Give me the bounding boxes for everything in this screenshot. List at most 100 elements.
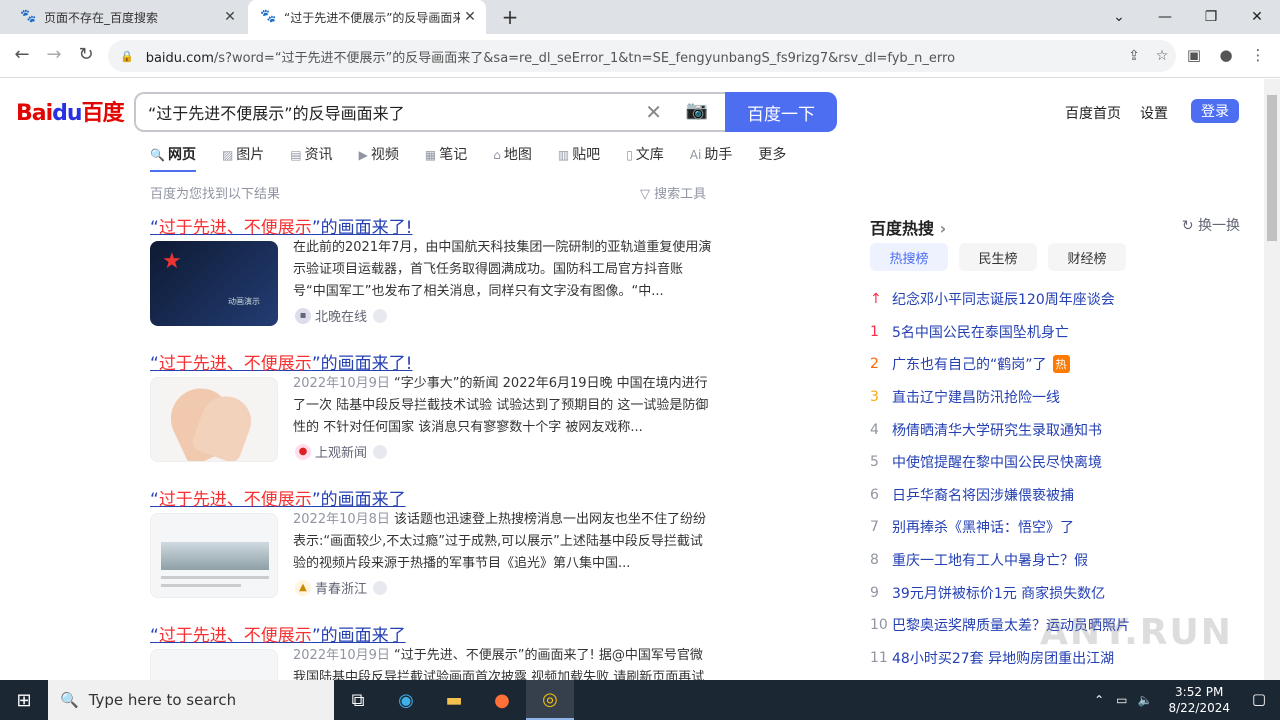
source-info-icon bbox=[373, 444, 388, 459]
login-button[interactable]: 登录 bbox=[1191, 99, 1239, 123]
new-tab-button[interactable]: + bbox=[498, 5, 522, 29]
board-livelihood[interactable]: 民生榜 bbox=[959, 243, 1037, 271]
result-title-link[interactable]: “过于先进、不便展示”的画面来了! bbox=[150, 213, 710, 238]
close-tab-icon[interactable]: ✕ bbox=[460, 9, 480, 25]
result-thumbnail[interactable] bbox=[150, 377, 278, 462]
board-finance[interactable]: 财经榜 bbox=[1048, 243, 1126, 271]
ai-icon: Ai bbox=[689, 148, 702, 162]
hot-item[interactable]: 8 重庆一工地有工人中暑身亡？假 bbox=[870, 544, 1130, 577]
network-icon[interactable]: ▭ bbox=[1116, 693, 1127, 707]
source-logo-icon: ▲ bbox=[295, 579, 311, 596]
settings-link[interactable]: 设置 bbox=[1140, 103, 1168, 123]
baidu-paw-icon: 🐾 bbox=[260, 9, 277, 24]
hot-item[interactable]: 7 别再捧杀《黑神话：悟空》了 bbox=[870, 511, 1130, 544]
browser-tab-1[interactable]: 🐾 页面不存在_百度搜索 ✕ bbox=[8, 0, 246, 34]
result-title-link[interactable]: “过于先进、不便展示”的画面来了! bbox=[150, 349, 710, 374]
bookmark-star-icon[interactable]: ☆ bbox=[1148, 48, 1176, 64]
tab-images[interactable]: ▨ 图片 bbox=[222, 144, 264, 164]
result-source[interactable]: ● 上观新闻 bbox=[295, 442, 388, 461]
search-query: “过于先进不便展示”的反导画面来了 bbox=[148, 104, 405, 123]
hot-board-tabs: 热搜榜 民生榜 财经榜 bbox=[870, 243, 1137, 271]
chevron-up-icon[interactable]: ⌃ bbox=[1094, 693, 1104, 707]
result-title-link[interactable]: “过于先进、不便展示”的画面来了 bbox=[150, 621, 710, 646]
search-result: “过于先进、不便展示”的画面来了! 2022年10月9日 “字少事大”的新闻 2… bbox=[150, 349, 710, 462]
tab-news[interactable]: ▤ 资讯 bbox=[290, 144, 332, 164]
file-explorer-icon[interactable]: ▬ bbox=[430, 680, 478, 720]
task-view-icon[interactable]: ⧉ bbox=[334, 680, 382, 720]
image-icon: ▨ bbox=[221, 148, 234, 162]
refresh-button[interactable]: ↻ 换一换 bbox=[1182, 215, 1240, 235]
search-tabs: 🔍 网页 ▨ 图片 ▤ 资讯 ▶ 视频 ▦ 笔记 ⌂ 地图 ▥ 贴吧 ▯ 文库 Ai 助手 更多 bbox=[150, 144, 812, 172]
browser-tab-2[interactable]: 🐾 “过于先进不便展示”的反导画面来了 ✕ bbox=[248, 0, 486, 34]
profile-avatar-icon[interactable]: ● bbox=[1214, 46, 1238, 64]
news-icon: ▤ bbox=[290, 148, 302, 162]
close-tab-icon[interactable]: ✕ bbox=[220, 9, 240, 25]
taskbar-search-box[interactable]: 🔍 Type here to search bbox=[48, 680, 334, 720]
windows-start-icon[interactable]: ⊞ bbox=[0, 680, 48, 720]
close-window-button[interactable]: ✕ bbox=[1234, 0, 1280, 34]
hot-item[interactable]: 9 39元月饼被标价1元 商家损失数亿 bbox=[870, 576, 1130, 609]
browser-toolbar: ← → ↻ 🔒 baidu.com/s?word=“过于先进不便展示”的反导画面… bbox=[0, 34, 1280, 78]
hot-item[interactable]: 2 广东也有自己的“鹤岗”了热 bbox=[870, 348, 1130, 381]
side-panel-icon[interactable]: ▣ bbox=[1182, 46, 1206, 64]
map-icon: ⌂ bbox=[493, 148, 501, 162]
clock[interactable]: 3:52 PM 8/22/2024 bbox=[1168, 684, 1230, 716]
result-thumbnail[interactable] bbox=[150, 513, 278, 598]
hot-item[interactable]: 6 日乒华裔名将因涉嫌偎亵被捕 bbox=[870, 479, 1130, 512]
home-link[interactable]: 百度首页 bbox=[1065, 103, 1121, 123]
result-title-link[interactable]: “过于先进、不便展示”的画面来了 bbox=[150, 485, 710, 510]
result-thumbnail[interactable]: ★ 动画演示 bbox=[150, 241, 278, 326]
source-logo-icon: ▪ bbox=[295, 307, 311, 324]
system-tray: ⌃ ▭ 🔈 3:52 PM 8/22/2024 bbox=[1094, 680, 1230, 720]
hot-item[interactable]: 5 中使馆提醒在黎中国公民尽快离境 bbox=[870, 446, 1130, 479]
result-abstract: 2022年10月9日 “字少事大”的新闻 2022年6月19日晚 中国在境内进行… bbox=[293, 376, 709, 435]
restore-button[interactable]: ❐ bbox=[1188, 0, 1234, 34]
menu-kebab-icon[interactable]: ⋮ bbox=[1246, 46, 1270, 64]
address-bar[interactable]: 🔒 baidu.com/s?word=“过于先进不便展示”的反导画面来了&sa=… bbox=[108, 40, 1176, 72]
baidu-logo[interactable]: Baidu百度 bbox=[16, 95, 125, 127]
share-icon[interactable]: ⇪ bbox=[1120, 48, 1148, 64]
tab-more[interactable]: 更多 bbox=[758, 144, 786, 164]
firefox-icon[interactable]: ● bbox=[478, 680, 526, 720]
tab-notes[interactable]: ▦ 笔记 bbox=[425, 144, 467, 164]
tab-tieba[interactable]: ▥ 贴吧 bbox=[558, 144, 600, 164]
url-text: baidu.com/s?word=“过于先进不便展示”的反导画面来了&sa=re… bbox=[145, 50, 956, 66]
hot-search-panel: 百度热搜 › ↻ 换一换 热搜榜 民生榜 财经榜 ↑ 纪念邓小平同志诞辰120周年… bbox=[870, 215, 1240, 667]
scrollbar-thumb[interactable] bbox=[1267, 95, 1277, 241]
hot-item[interactable]: 3 直击辽宁建昌防汛抢险一线 bbox=[870, 381, 1130, 414]
chrome-icon[interactable]: ◎ bbox=[526, 680, 574, 720]
tab-video[interactable]: ▶ 视频 bbox=[359, 144, 399, 164]
page-scrollbar[interactable] bbox=[1264, 79, 1280, 680]
tab-wenku[interactable]: ▯ 文库 bbox=[626, 144, 664, 164]
back-icon[interactable]: ← bbox=[10, 44, 34, 65]
minimize-button[interactable]: — bbox=[1142, 0, 1188, 34]
tab-map[interactable]: ⌂ 地图 bbox=[493, 144, 532, 164]
forward-icon[interactable]: → bbox=[42, 44, 66, 65]
anyrun-watermark: ANY.RUN bbox=[1040, 612, 1233, 653]
result-abstract: 在此前的2021年7月，由中国航天科技集团一院研制的亚轨道重复使用演示验证项目运… bbox=[293, 240, 712, 299]
hot-item[interactable]: 4 杨倩晒清华大学研究生录取通知书 bbox=[870, 413, 1130, 446]
search-tools-button[interactable]: ▽ 搜索工具 bbox=[640, 183, 706, 202]
reload-icon[interactable]: ↻ bbox=[74, 44, 98, 65]
search-input[interactable]: “过于先进不便展示”的反导画面来了 ✕ 📷 bbox=[134, 92, 726, 132]
edge-icon[interactable]: ◉ bbox=[382, 680, 430, 720]
lock-icon[interactable]: 🔒 bbox=[120, 50, 134, 63]
video-icon: ▶ bbox=[358, 148, 368, 162]
camera-icon[interactable]: 📷 bbox=[686, 100, 708, 121]
result-source[interactable]: ▪ 北晚在线 bbox=[295, 306, 388, 325]
notification-icon[interactable]: ▢ bbox=[1252, 690, 1266, 708]
board-hot[interactable]: 热搜榜 bbox=[870, 243, 948, 271]
result-source[interactable]: ▲ 青春浙江 bbox=[295, 578, 388, 597]
search-button[interactable]: 百度一下 bbox=[725, 92, 837, 132]
tab-search-icon[interactable]: ⌄ bbox=[1096, 0, 1142, 34]
hot-item[interactable]: ↑ 纪念邓小平同志诞辰120周年座谈会 bbox=[870, 283, 1130, 316]
result-thumbnail[interactable] bbox=[150, 649, 278, 680]
windows-taskbar: ⊞ 🔍 Type here to search ⧉ ◉ ▬ ● ◎ ⌃ ▭ 🔈 3… bbox=[0, 680, 1280, 720]
hot-item[interactable]: 1 5名中国公民在泰国坠机身亡 bbox=[870, 316, 1130, 349]
tieba-icon: ▥ bbox=[557, 148, 570, 162]
volume-icon[interactable]: 🔈 bbox=[1138, 693, 1153, 707]
tab-assistant[interactable]: Ai 助手 bbox=[690, 144, 733, 164]
clear-icon[interactable]: ✕ bbox=[645, 100, 662, 124]
search-result: “过于先进、不便展示”的画面来了 2022年10月9日 “过于先进、不便展示”的… bbox=[150, 621, 710, 680]
tab-web[interactable]: 🔍 网页 bbox=[150, 144, 196, 172]
